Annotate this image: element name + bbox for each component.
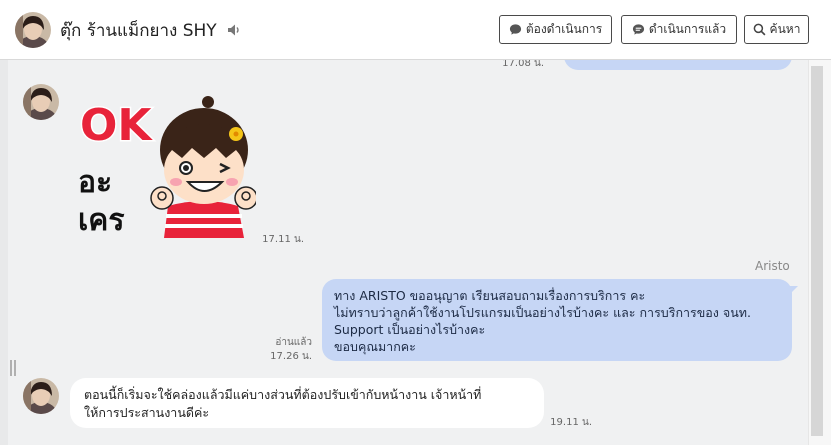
left-gutter (0, 60, 8, 445)
incoming-message[interactable]: ตอนนี้ก็เริ่มจะใช้คล่องแล้วมีแค่บางส่วนท… (70, 378, 544, 428)
message-time: 17.11 น. (262, 234, 304, 245)
contact-name: ตุ๊ก ร้านแม็กยาง SHY (60, 21, 217, 41)
search-button-label: ค้นหา (769, 22, 801, 36)
outgoing-message-partial[interactable] (564, 60, 792, 70)
sticker-thai-text-1: อะ (78, 165, 112, 200)
read-receipt: อ่านแล้ว (275, 337, 312, 348)
chat-header: ตุ๊ก ร้านแม็กยาง SHY ต้องดำเนินการ ดำเนิ… (0, 0, 831, 60)
sender-name: Aristo (755, 259, 790, 273)
message-line: Support เป็นอย่างไรบ้างคะ (334, 322, 486, 337)
message-line: ทาง ARISTO ขออนุญาต เรียนสอบถามเรื่องการ… (334, 288, 646, 303)
sticker-ok-text: OK (80, 100, 153, 151)
sender-avatar[interactable] (23, 84, 59, 120)
sticker-thai-text-2: เคร (78, 203, 124, 238)
message-line: ให้การประสานงานดีค่ะ (84, 405, 210, 420)
search-button[interactable]: ค้นหา (744, 15, 809, 44)
chat-history[interactable]: 17.08 น. OK อะ เคร 17.11 น. Aristo อ่านแ… (0, 60, 808, 445)
done-button-label: ดำเนินการแล้ว (648, 22, 727, 36)
contact-avatar[interactable] (15, 12, 51, 48)
outgoing-message[interactable]: ทาง ARISTO ขออนุญาต เรียนสอบถามเรื่องการ… (322, 279, 792, 361)
done-button[interactable]: ดำเนินการแล้ว (621, 15, 737, 44)
todo-button[interactable]: ต้องดำเนินการ (499, 15, 612, 44)
message-line: ตอนนี้ก็เริ่มจะใช้คล่องแล้วมีแค่บางส่วนท… (84, 387, 482, 402)
chat-bubble-icon (509, 24, 521, 35)
resize-handle[interactable] (10, 360, 16, 376)
bubble-tail (788, 286, 798, 296)
speaker-icon[interactable] (226, 22, 242, 38)
message-line: ไม่ทราบว่าลูกค้าใช้งานโปรแกรมเป็นอย่างไร… (334, 305, 751, 320)
search-icon (753, 23, 766, 36)
message-time: 19.11 น. (550, 417, 592, 428)
message-time: 17.26 น. (270, 351, 312, 362)
chat-bubble-lines-icon (632, 24, 644, 35)
todo-button-label: ต้องดำเนินการ (525, 22, 603, 36)
message-line: ขอบคุณมากคะ (334, 339, 416, 354)
scrollbar-thumb[interactable] (811, 66, 823, 436)
message-time: 17.08 น. (502, 60, 544, 69)
sender-avatar[interactable] (23, 378, 59, 414)
ok-sticker[interactable]: OK อะ เคร (76, 88, 258, 248)
